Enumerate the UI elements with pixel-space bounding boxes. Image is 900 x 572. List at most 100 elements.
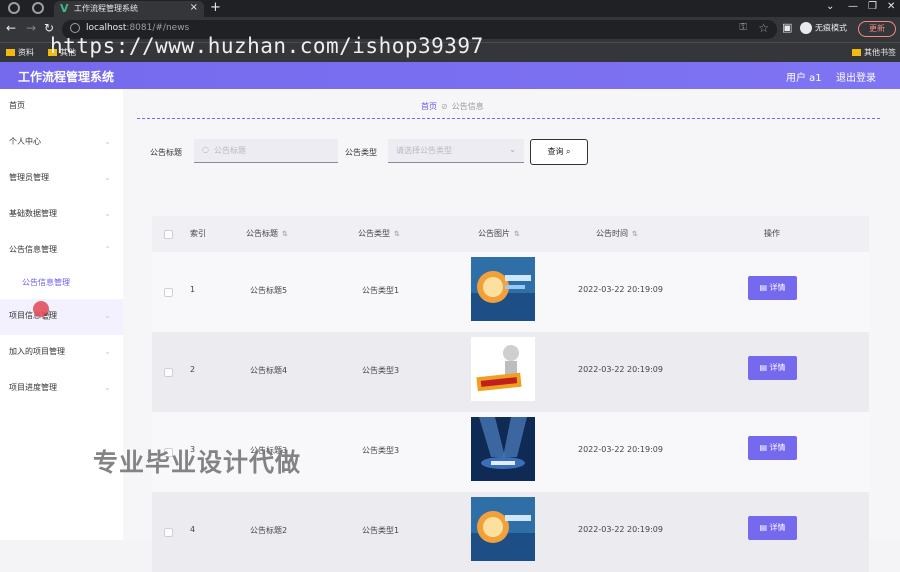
watermark-url: https://www.huzhan.com/ishop39397 <box>50 34 484 58</box>
sidebar-item-progress[interactable]: 项目进度管理 ⌄ <box>0 371 123 407</box>
header-type[interactable]: 公告类型 ⇅ <box>358 228 400 239</box>
update-button[interactable]: 更新 <box>858 21 896 37</box>
header-index: 索引 <box>190 229 206 238</box>
cell-time: 2022-03-22 20:19:09 <box>578 365 663 374</box>
sidebar-subitem-notice[interactable]: 公告信息管理 <box>22 277 70 288</box>
chevron-down-icon: ⌄ <box>104 347 111 356</box>
chevron-down-icon: ⌄ <box>104 383 111 392</box>
row-checkbox[interactable] <box>164 528 173 537</box>
cell-title: 公告标题2 <box>250 526 288 535</box>
sidebar-item-project[interactable]: 项目信息管理 ⌄ <box>0 299 123 335</box>
restore-icon[interactable]: ❐ <box>868 1 877 12</box>
sidebar-item-label: 项目进度管理 <box>9 383 57 392</box>
sidebar-item-notice[interactable]: 公告信息管理 ⌃ <box>0 233 123 269</box>
table-header: 索引 公告标题 ⇅ 公告类型 ⇅ 公告图片 ⇅ 公告时间 ⇅ 操作 <box>152 216 869 252</box>
notice-image <box>471 337 535 401</box>
title-search-input[interactable]: ○ 公告标题 <box>194 139 338 163</box>
title-search-label: 公告标题 <box>150 148 182 157</box>
browser-tab-icon[interactable] <box>32 2 44 14</box>
other-bookmarks[interactable]: 其他书签 <box>852 47 896 58</box>
logout-button[interactable]: 退出登录 <box>836 69 876 84</box>
sort-icon[interactable]: ⇅ <box>394 230 400 238</box>
close-window-icon[interactable]: ✕ <box>887 1 895 12</box>
incognito-indicator[interactable]: 无痕模式 <box>800 22 847 34</box>
sidebar-item-label: 首页 <box>9 101 25 110</box>
detail-button-label: 详情 <box>769 363 786 372</box>
breadcrumb-current: 公告信息 <box>451 102 484 111</box>
bookmark-label: 资料 <box>18 48 34 57</box>
sort-icon[interactable]: ⇅ <box>632 230 638 238</box>
incognito-icon <box>800 22 812 34</box>
header-title[interactable]: 公告标题 ⇅ <box>246 228 288 239</box>
notice-image <box>471 417 535 481</box>
minimize-icon[interactable]: — <box>848 1 858 12</box>
breadcrumb-separator-icon: ⊘ <box>441 102 448 111</box>
detail-button[interactable]: ▤ 详情 <box>748 516 797 540</box>
new-tab-icon[interactable]: + <box>210 0 221 15</box>
close-tab-icon[interactable]: × <box>190 2 198 13</box>
browser-tab[interactable]: V 工作流程管理系统 × <box>54 1 204 17</box>
breadcrumb: 首页 ⊘ 公告信息 <box>421 101 484 112</box>
table-row: 1 公告标题5 公告类型1 2022-03-22 20:19:09 ▤ 详情 <box>152 252 869 332</box>
cell-index: 2 <box>190 365 196 374</box>
type-select[interactable]: 请选择公告类型 ⌄ <box>388 139 524 163</box>
sidebar-item-home[interactable]: 首页 <box>0 89 123 125</box>
query-button[interactable]: 查询 ⌕ <box>530 139 588 165</box>
sidebar-item-basic-data[interactable]: 基础数据管理 ⌄ <box>0 197 123 233</box>
select-all-checkbox[interactable] <box>164 230 173 239</box>
document-icon: ▤ <box>759 443 767 452</box>
back-icon[interactable]: ← <box>6 21 16 35</box>
search-icon: ⌕ <box>566 147 571 156</box>
divider <box>137 118 880 119</box>
browser-menu-icon[interactable] <box>8 2 20 14</box>
cell-index: 1 <box>190 285 196 294</box>
document-icon: ▤ <box>759 283 767 292</box>
sidebar-item-joined-project[interactable]: 加入的项目管理 ⌄ <box>0 335 123 371</box>
sort-icon[interactable]: ⇅ <box>282 230 288 238</box>
breadcrumb-home[interactable]: 首页 <box>421 102 437 111</box>
cell-index: 4 <box>190 525 196 534</box>
detail-button[interactable]: ▤ 详情 <box>748 356 797 380</box>
forward-icon[interactable]: → <box>26 21 36 35</box>
sort-icon[interactable]: ⇅ <box>514 230 520 238</box>
user-name[interactable]: 用户 a1 <box>786 69 822 84</box>
header-action: 操作 <box>764 229 780 238</box>
search-icon: ○ <box>202 145 209 154</box>
sidebar-item-admin[interactable]: 管理员管理 ⌄ <box>0 161 123 197</box>
chevron-down-icon: ⌄ <box>104 209 111 218</box>
sidebar-item-profile[interactable]: 个人中心 ⌄ <box>0 125 123 161</box>
table-row: 2 公告标题4 公告类型3 2022-03-22 20:19:09 ▤ 详情 <box>152 332 869 412</box>
cell-title: 公告标题4 <box>250 366 288 375</box>
bookmark-star-icon[interactable]: ☆ <box>758 21 769 35</box>
browser-tab-bar: V 工作流程管理系统 × + ⌄ — ❐ ✕ <box>0 0 900 17</box>
detail-button[interactable]: ▤ 详情 <box>748 436 797 460</box>
key-icon[interactable]: ⚿ <box>739 22 747 33</box>
row-checkbox[interactable] <box>164 288 173 297</box>
browser-tab-title: 工作流程管理系统 <box>74 4 138 13</box>
url-path: :8081/#/news <box>126 23 190 33</box>
header-time[interactable]: 公告时间 ⇅ <box>596 228 638 239</box>
detail-button-label: 详情 <box>769 283 786 292</box>
folder-icon <box>6 49 15 56</box>
hand-cursor-icon: ☝ <box>43 309 51 324</box>
chevron-down-icon[interactable]: ⌄ <box>826 1 834 12</box>
bookmark-folder-1[interactable]: 资料 <box>6 47 34 58</box>
chevron-down-icon: ⌄ <box>104 137 111 146</box>
vue-logo-icon: V <box>60 2 69 15</box>
site-info-icon[interactable] <box>70 23 80 33</box>
reload-icon[interactable]: ↻ <box>44 21 54 35</box>
sidebar-item-label: 管理员管理 <box>9 173 49 182</box>
row-checkbox[interactable] <box>164 368 173 377</box>
sidebar-panel-icon[interactable]: ▣ <box>782 21 792 34</box>
chevron-down-icon: ⌄ <box>104 173 111 182</box>
watermark-text: 专业毕业设计代做 <box>93 448 302 477</box>
cell-type: 公告类型1 <box>362 286 400 295</box>
header-image[interactable]: 公告图片 ⇅ <box>478 228 520 239</box>
detail-button-label: 详情 <box>769 523 786 532</box>
header-title-label: 公告标题 <box>246 229 278 238</box>
query-button-label: 查询 <box>547 147 564 156</box>
header-type-label: 公告类型 <box>358 229 390 238</box>
app-header: 工作流程管理系统 用户 a1 退出登录 <box>0 62 900 89</box>
chevron-down-icon: ⌄ <box>509 145 516 154</box>
detail-button[interactable]: ▤ 详情 <box>748 276 797 300</box>
